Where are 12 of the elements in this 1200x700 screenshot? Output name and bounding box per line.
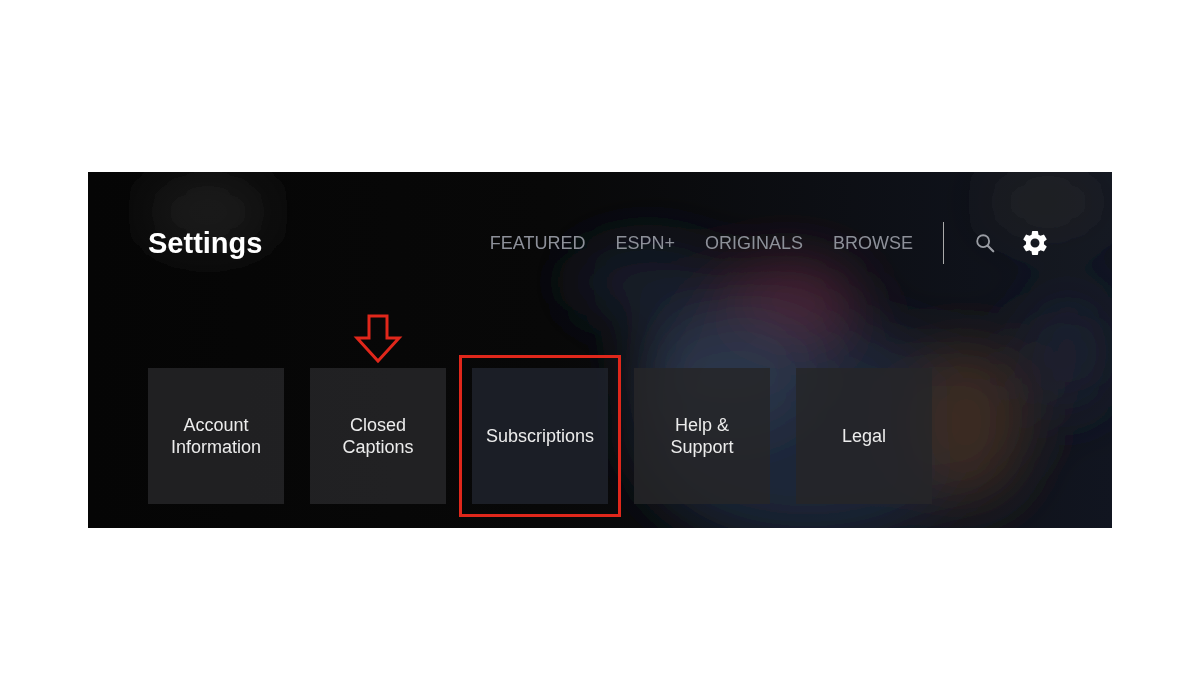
settings-tile[interactable]: Subscriptions — [472, 368, 608, 504]
settings-icon[interactable] — [1020, 228, 1050, 258]
nav-tab[interactable]: FEATURED — [489, 232, 586, 254]
search-icon[interactable] — [974, 232, 996, 254]
settings-tile[interactable]: Account Information — [148, 368, 284, 504]
settings-tile[interactable]: Closed Captions — [310, 368, 446, 504]
page-title: Settings — [148, 226, 263, 260]
nav-tab[interactable]: BROWSE — [833, 232, 913, 254]
settings-tile[interactable]: Legal — [796, 368, 932, 504]
settings-tile[interactable]: Help & Support — [634, 368, 770, 504]
nav-tab[interactable]: ESPN+ — [615, 232, 675, 254]
nav-tab[interactable]: ORIGINALS — [704, 232, 803, 254]
